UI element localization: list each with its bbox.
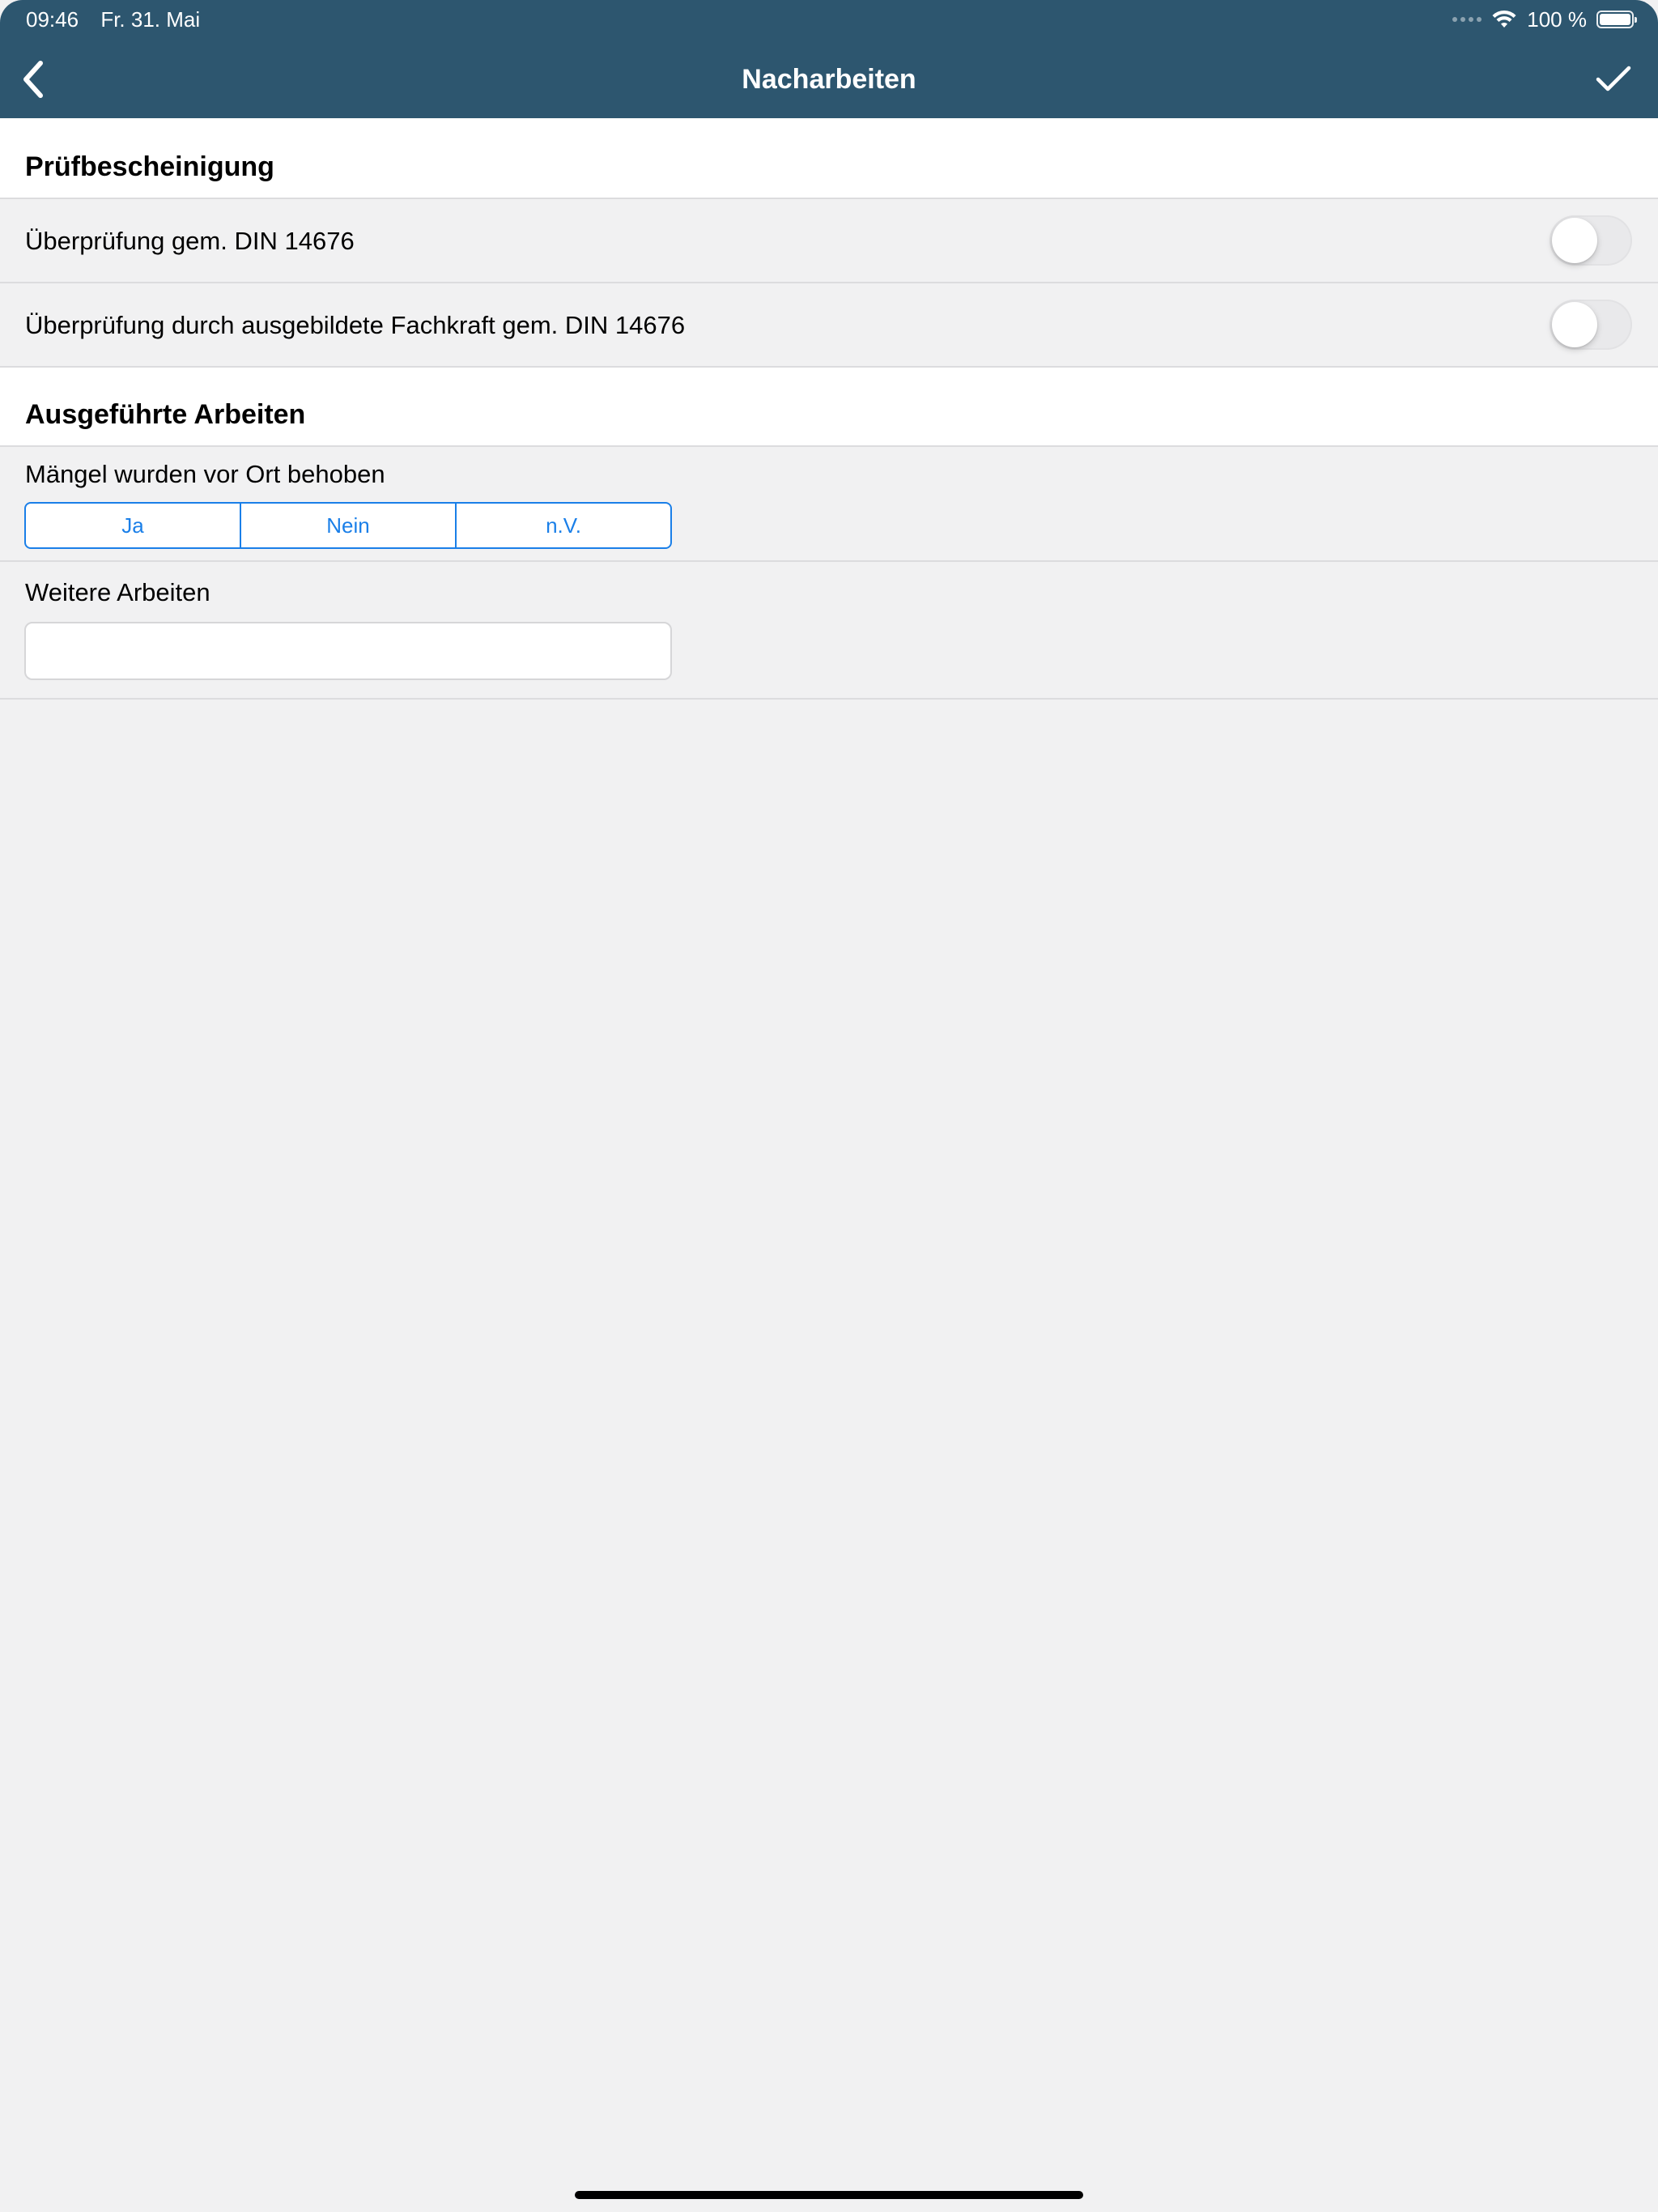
section-header-ausgefuehrte-arbeiten: Ausgeführte Arbeiten xyxy=(0,368,1658,447)
row-label: Überprüfung gem. DIN 14676 xyxy=(25,227,355,255)
status-time: 09:46 xyxy=(26,7,79,32)
status-date: Fr. 31. Mai xyxy=(100,7,201,32)
settings-row-weitere-arbeiten: Weitere Arbeiten xyxy=(0,562,1658,700)
battery-percentage: 100 % xyxy=(1527,6,1587,32)
toggle-fachkraft-din-14676[interactable] xyxy=(1550,300,1632,350)
page-title: Nacharbeiten xyxy=(742,64,916,95)
wifi-icon xyxy=(1492,10,1516,28)
settings-row-din-14676: Überprüfung gem. DIN 14676 xyxy=(0,199,1658,283)
maengel-segmented-control: Ja Nein n.V. xyxy=(24,502,672,549)
battery-icon xyxy=(1596,11,1637,28)
settings-row-fachkraft-din-14676: Überprüfung durch ausgebildete Fachkraft… xyxy=(0,283,1658,368)
cellular-signal-icon xyxy=(1452,17,1482,22)
home-indicator[interactable] xyxy=(575,2191,1083,2199)
segment-nein[interactable]: Nein xyxy=(240,504,455,547)
weitere-arbeiten-input[interactable] xyxy=(24,622,672,680)
status-bar-right: 100 % xyxy=(1452,5,1637,34)
checkmark-icon[interactable] xyxy=(1593,63,1634,96)
segment-ja[interactable]: Ja xyxy=(26,504,240,547)
section-title: Ausgeführte Arbeiten xyxy=(25,399,306,430)
section-header-pruefbescheinigung: Prüfbescheinigung xyxy=(0,118,1658,199)
row-label: Überprüfung durch ausgebildete Fachkraft… xyxy=(25,311,686,339)
toggle-knob xyxy=(1552,302,1597,347)
settings-row-maengel: Mängel wurden vor Ort behoben Ja Nein n.… xyxy=(0,447,1658,562)
section-title: Prüfbescheinigung xyxy=(25,151,274,182)
row-label: Mängel wurden vor Ort behoben xyxy=(25,460,385,488)
toggle-knob xyxy=(1552,218,1597,263)
segment-nv[interactable]: n.V. xyxy=(455,504,670,547)
toggle-din-14676[interactable] xyxy=(1550,215,1632,266)
row-label: Weitere Arbeiten xyxy=(25,578,210,606)
navigation-bar: 09:46 Fr. 31. Mai 100 % Nacharbeiten xyxy=(0,0,1658,118)
status-bar-left: 09:46 Fr. 31. Mai xyxy=(26,5,216,34)
